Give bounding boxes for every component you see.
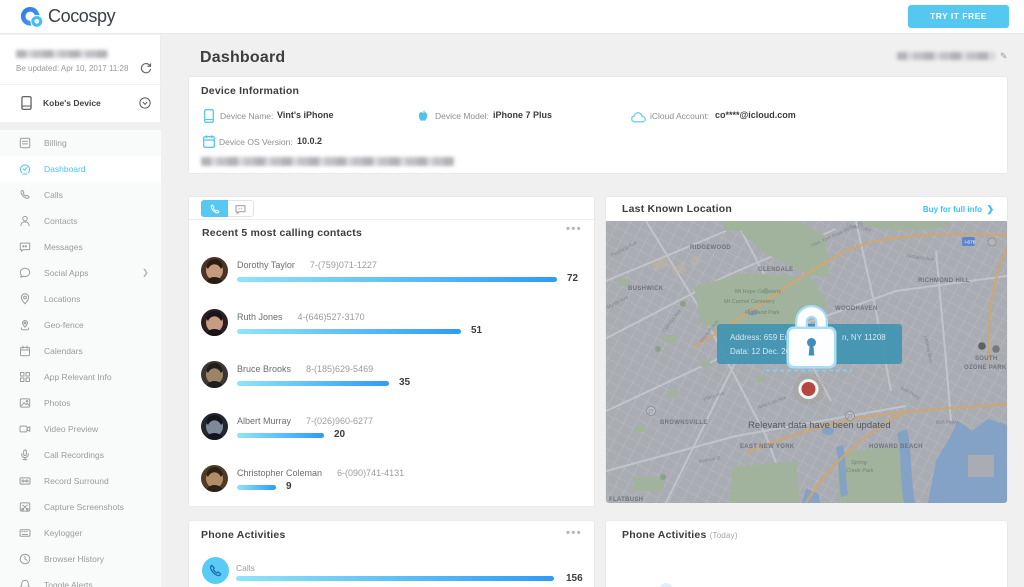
svg-text:Highland Park: Highland Park xyxy=(745,310,780,316)
svg-text:Data: 12 Dec. 20: Data: 12 Dec. 20 xyxy=(730,347,791,356)
svg-text:BROWNSVILLE: BROWNSVILLE xyxy=(660,420,708,426)
svg-text:RICHMOND HILL: RICHMOND HILL xyxy=(918,278,970,284)
svg-text:27: 27 xyxy=(648,410,654,416)
svg-text:GLENDALE: GLENDALE xyxy=(758,267,793,273)
svg-text:HOWARD BEACH: HOWARD BEACH xyxy=(869,444,923,450)
svg-text:SOUTH: SOUTH xyxy=(975,356,998,362)
svg-text:Belt Pkwy: Belt Pkwy xyxy=(936,420,958,426)
svg-text:WOODHAVEN: WOODHAVEN xyxy=(835,306,878,312)
svg-text:Relevant data have been update: Relevant data have been updated xyxy=(748,420,891,431)
svg-text:Mt Hope Cemetery: Mt Hope Cemetery xyxy=(735,289,781,295)
svg-text:Address: 659 Eu: Address: 659 Eu xyxy=(730,333,789,342)
svg-text:Mt Carmel Cemetery: Mt Carmel Cemetery xyxy=(724,299,775,305)
svg-text:OZONE PARK: OZONE PARK xyxy=(964,365,1007,371)
svg-text:BUSHWICK: BUSHWICK xyxy=(628,286,664,292)
svg-text:EAST NEW YORK: EAST NEW YORK xyxy=(740,444,795,450)
svg-text:Creek Park: Creek Park xyxy=(846,468,874,474)
svg-text:n, NY 11208: n, NY 11208 xyxy=(842,333,886,342)
svg-text:FLATBUSH: FLATBUSH xyxy=(609,497,643,503)
svg-text:I-678: I-678 xyxy=(965,240,976,246)
svg-text:Spring: Spring xyxy=(851,460,868,466)
svg-text:RIDGEWOOD: RIDGEWOOD xyxy=(690,245,731,251)
